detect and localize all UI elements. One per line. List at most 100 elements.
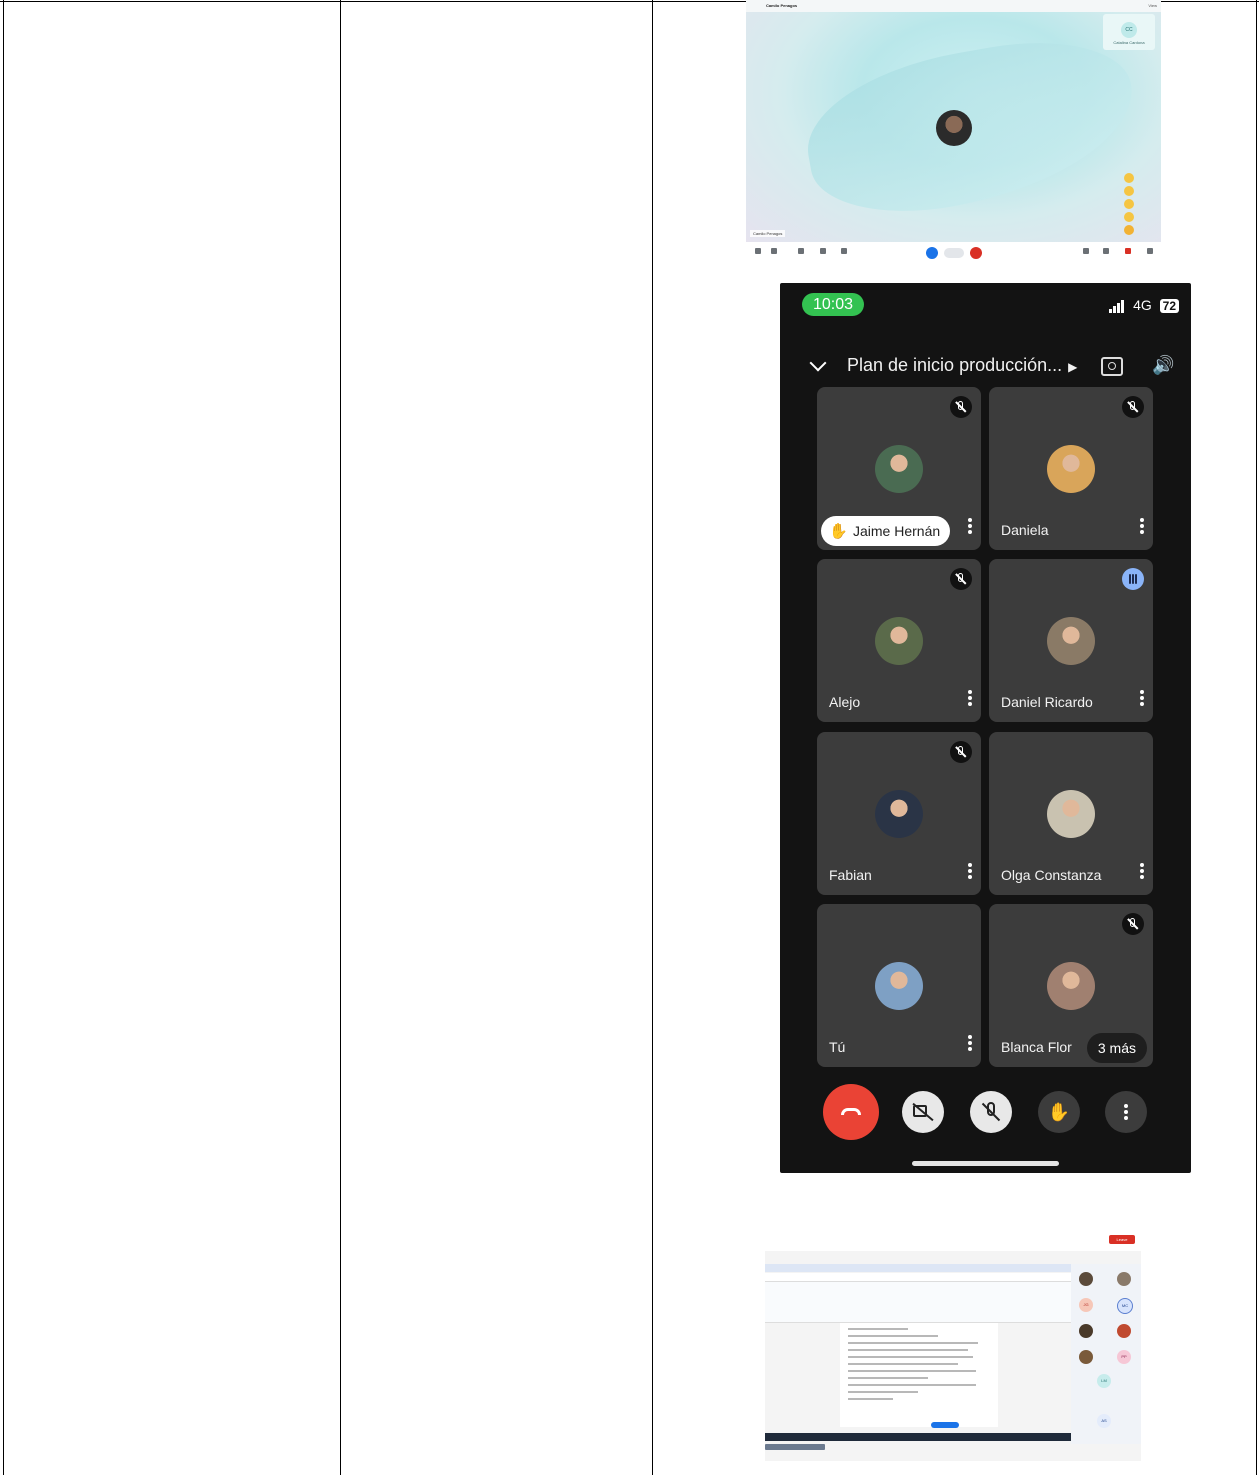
transcript-icon[interactable]: [798, 248, 804, 254]
self-tile: CC Catalina Cardona: [1103, 14, 1155, 50]
tile-more-icon[interactable]: [968, 518, 972, 536]
table-column-divider-2: [652, 0, 653, 1475]
mic-muted-icon: [950, 741, 972, 763]
desktop-meet-screenshot: Camilo Penagos View CC Catalina Cardona …: [746, 0, 1161, 263]
participant-tile[interactable]: Blanca Flor 3 más: [989, 904, 1153, 1067]
translate-icon[interactable]: [820, 248, 826, 254]
tile-more-icon[interactable]: [1140, 690, 1144, 708]
more-participants-pill[interactable]: 3 más: [1086, 1033, 1147, 1063]
avatar: MC: [1117, 1298, 1133, 1314]
emoji-icon[interactable]: [1124, 212, 1134, 222]
word-ribbon[interactable]: [765, 1282, 1071, 1323]
avatar: [1079, 1350, 1093, 1364]
raised-hand-icon: ✋: [829, 523, 848, 540]
caller-avatar: [936, 110, 972, 146]
raised-hand-name-pill: ✋ Jaime Hernán: [821, 516, 951, 546]
hand-icon[interactable]: [771, 248, 777, 254]
tile-more-icon[interactable]: [968, 1035, 972, 1053]
chevron-down-icon[interactable]: [809, 354, 827, 372]
tile-more-icon[interactable]: [1140, 863, 1144, 881]
play-arrow-icon: ▶: [1068, 360, 1078, 374]
speaking-indicator-icon: [1122, 568, 1144, 590]
switch-camera-icon[interactable]: [1101, 357, 1123, 376]
avatar: AS: [1097, 1414, 1111, 1428]
share-button[interactable]: [931, 1422, 959, 1428]
avatar: [875, 790, 923, 838]
status-time: 10:03: [802, 293, 864, 316]
avatar: [1117, 1272, 1131, 1286]
more-options-button[interactable]: [1105, 1091, 1147, 1133]
participant-tile[interactable]: Olga Constanza: [989, 732, 1153, 895]
battery-level: 72: [1159, 299, 1179, 313]
caller-name-tag: Camilo Penagos: [750, 230, 786, 237]
participant-tile[interactable]: Fabian: [817, 732, 981, 895]
presenter-tag: [765, 1444, 825, 1450]
tile-more-icon[interactable]: [968, 863, 972, 881]
avatar: [1047, 790, 1095, 838]
participant-name: Daniel Ricardo: [1001, 694, 1093, 710]
avatar: [1047, 445, 1095, 493]
desktop-doc-meet-screenshot: Leave JG MC PP LM AS: [765, 1229, 1141, 1461]
avatar: PP: [1117, 1350, 1131, 1364]
end-call-button[interactable]: [970, 247, 982, 259]
meeting-title-bar: Plan de inicio producción... ▶ 🔊: [780, 353, 1191, 383]
table-border-left: [3, 0, 4, 1475]
mobile-meet-screenshot: 10:03 4G 72 Plan de inicio producción...…: [780, 283, 1191, 1173]
emoji-icon[interactable]: [1124, 186, 1134, 196]
avatar: [1047, 962, 1095, 1010]
camera-button[interactable]: [944, 248, 964, 258]
participant-tile[interactable]: Tú: [817, 904, 981, 1067]
share-screen-icon[interactable]: [1103, 248, 1109, 254]
avatar: [875, 962, 923, 1010]
reaction-emoji-column: [1120, 170, 1138, 238]
avatar: [875, 445, 923, 493]
mic-muted-icon: [950, 568, 972, 590]
emoji-icon[interactable]: [1124, 225, 1134, 235]
reactions-icon[interactable]: [755, 248, 761, 254]
speaker-icon[interactable]: 🔊: [1152, 355, 1174, 376]
status-bar-right: 4G 72: [1109, 297, 1179, 313]
home-indicator[interactable]: [912, 1161, 1059, 1166]
leave-button[interactable]: Leave: [1109, 1235, 1135, 1244]
participant-name: Tú: [829, 1039, 846, 1055]
participant-tile[interactable]: Alejo: [817, 559, 981, 722]
raise-hand-button[interactable]: ✋: [1038, 1091, 1080, 1133]
view-label[interactable]: View: [1148, 3, 1157, 8]
emoji-icon[interactable]: [1124, 199, 1134, 209]
table-column-divider-1: [340, 0, 341, 1475]
self-name: Catalina Cardona: [1113, 40, 1145, 45]
meeting-title-text: Plan de inicio producción...: [847, 355, 1063, 375]
browser-address-bar[interactable]: [765, 1273, 1071, 1282]
tile-more-icon[interactable]: [968, 690, 972, 708]
mic-off-button[interactable]: [970, 1091, 1012, 1133]
captions-icon[interactable]: [841, 248, 847, 254]
taskbar[interactable]: [765, 1433, 1071, 1441]
participant-tile[interactable]: Daniela: [989, 387, 1153, 550]
document-page: [840, 1323, 998, 1427]
participant-tile[interactable]: ✋ Jaime Hernán: [817, 387, 981, 550]
avatar: [875, 617, 923, 665]
avatar: [1047, 617, 1095, 665]
network-label: 4G: [1133, 297, 1152, 313]
avatar: JG: [1079, 1298, 1093, 1312]
emoji-icon[interactable]: [1124, 173, 1134, 183]
participants-sidebar: JG MC PP LM AS: [1071, 1264, 1141, 1444]
participant-tile[interactable]: Daniel Ricardo: [989, 559, 1153, 722]
meeting-title[interactable]: Plan de inicio producción... ▶: [847, 355, 1077, 376]
browser-tabs[interactable]: [765, 1264, 1071, 1272]
avatar: [1079, 1272, 1093, 1286]
tile-more-icon[interactable]: [1140, 518, 1144, 536]
end-call-button[interactable]: [823, 1084, 879, 1140]
participant-name: Olga Constanza: [1001, 867, 1102, 883]
meet-top-bar: Camilo Penagos View: [746, 0, 1161, 12]
participant-name: Blanca Flor: [1001, 1039, 1072, 1055]
mic-button[interactable]: [926, 247, 938, 259]
chat-icon[interactable]: [1083, 248, 1089, 254]
heart-icon[interactable]: [1125, 248, 1131, 254]
more-icon[interactable]: [1147, 248, 1153, 254]
avatar: [1079, 1324, 1093, 1338]
avatar: [1117, 1324, 1131, 1338]
self-initials: CC: [1121, 22, 1137, 38]
mic-muted-icon: [1122, 913, 1144, 935]
camera-off-button[interactable]: [902, 1091, 944, 1133]
